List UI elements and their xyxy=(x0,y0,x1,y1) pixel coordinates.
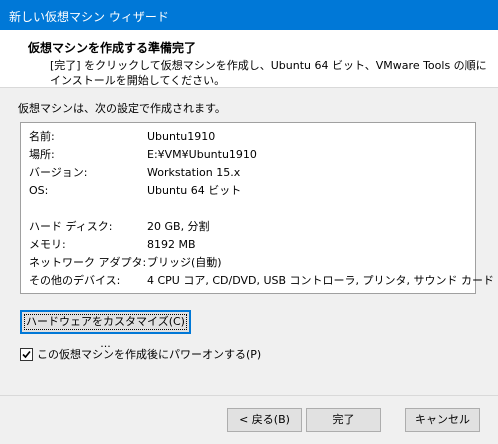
settings-summary: 名前: Ubuntu1910 場所: E:¥VM¥Ubuntu1910 バージョ… xyxy=(20,122,494,294)
intro-text: 仮想マシンは、次の設定で作成されます。 xyxy=(18,102,226,115)
summary-value: 20 GB, 分割 xyxy=(147,220,210,233)
summary-value: Workstation 15.x xyxy=(147,166,241,179)
summary-value: E:¥VM¥Ubuntu1910 xyxy=(147,148,257,161)
header-description: [完了] をクリックして仮想マシンを作成し、Ubuntu 64 ビット、VMwa… xyxy=(50,59,487,87)
summary-label: メモリ: xyxy=(29,238,66,251)
footer-divider xyxy=(0,395,498,396)
window-title: 新しい仮想マシン ウィザード xyxy=(9,10,169,24)
summary-label: 場所: xyxy=(29,148,55,161)
wizard-header: 仮想マシンを作成する準備完了 [完了] をクリックして仮想マシンを作成し、Ubu… xyxy=(0,30,498,88)
window-titlebar: 新しい仮想マシン ウィザード xyxy=(0,0,498,30)
summary-label: OS: xyxy=(29,184,49,197)
header-title: 仮想マシンを作成する準備完了 xyxy=(28,41,197,55)
summary-label: 名前: xyxy=(29,130,55,143)
checkmark-icon xyxy=(22,350,31,359)
summary-value: 8192 MB xyxy=(147,238,196,251)
summary-value: Ubuntu1910 xyxy=(147,130,216,143)
summary-label: ネットワーク アダプタ: xyxy=(29,256,147,269)
cancel-button[interactable]: キャンセル xyxy=(405,408,480,432)
power-on-label: この仮想マシンを作成後にパワーオンする(P) xyxy=(37,348,262,361)
back-button[interactable]: < 戻る(B) xyxy=(227,408,302,432)
summary-value: Ubuntu 64 ビット xyxy=(147,184,242,197)
finish-button[interactable]: 完了 xyxy=(306,408,381,432)
focus-rectangle xyxy=(24,314,187,330)
summary-label: ハード ディスク: xyxy=(29,220,113,233)
summary-value: 4 CPU コア, CD/DVD, USB コントローラ, プリンタ, サウンド… xyxy=(147,274,495,287)
power-on-checkbox[interactable] xyxy=(20,348,33,361)
summary-label: バージョン: xyxy=(29,166,88,179)
summary-value: ブリッジ(自動) xyxy=(147,256,222,269)
summary-label: その他のデバイス: xyxy=(29,274,121,287)
customize-hardware-button[interactable]: ハードウェアをカスタマイズ(C) ... xyxy=(20,310,191,350)
